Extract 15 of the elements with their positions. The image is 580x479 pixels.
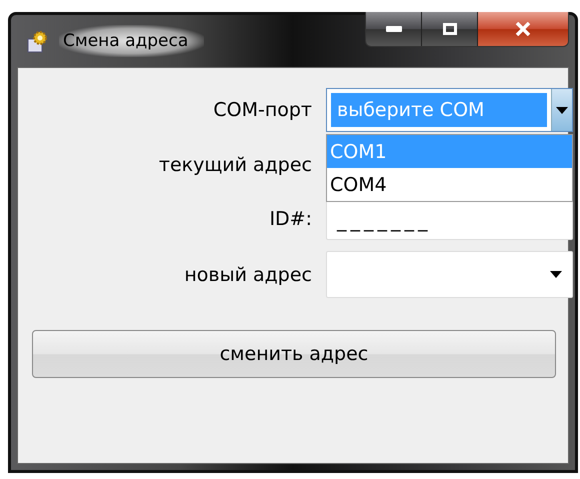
maximize-icon bbox=[442, 23, 456, 35]
close-icon bbox=[515, 22, 531, 36]
field-label: текущий адрес bbox=[158, 154, 312, 176]
minimize-button[interactable] bbox=[366, 12, 422, 46]
change-address-button[interactable]: сменить адрес bbox=[32, 330, 556, 378]
field-label: ID#: bbox=[268, 208, 312, 230]
gear-icon bbox=[27, 29, 49, 53]
field-label: COM-порт bbox=[212, 99, 312, 121]
close-button[interactable] bbox=[478, 12, 568, 46]
window-title: Смена адреса bbox=[59, 25, 204, 57]
minimize-icon bbox=[386, 26, 402, 32]
caret-icon bbox=[556, 106, 568, 114]
field-label: новый адрес bbox=[183, 264, 312, 286]
maximize-button[interactable] bbox=[422, 12, 478, 46]
caret-icon bbox=[550, 271, 562, 278]
